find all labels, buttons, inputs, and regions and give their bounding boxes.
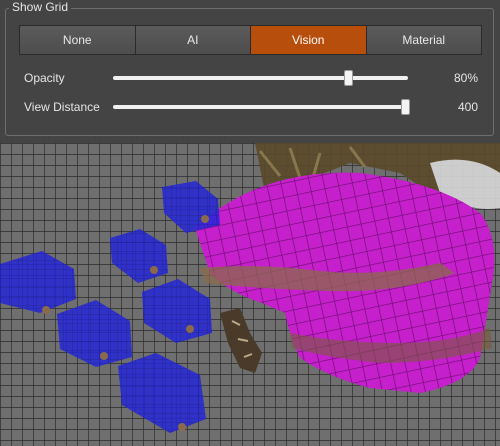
opacity-row: Opacity 80% [24,70,478,86]
tab-none[interactable]: None [20,26,135,54]
opacity-slider-handle[interactable] [344,70,353,86]
grid-mode-tabs: None AI Vision Material [19,25,482,55]
tab-material[interactable]: Material [366,26,481,54]
tab-ai[interactable]: AI [135,26,250,54]
view-distance-label: View Distance [24,100,100,114]
opacity-slider[interactable] [113,70,408,86]
3d-viewport[interactable] [0,143,500,446]
scene-render [0,143,500,446]
view-distance-slider-handle[interactable] [401,99,410,115]
view-distance-row: View Distance 400 [24,99,478,115]
tab-vision[interactable]: Vision [251,26,366,54]
group-title: Show Grid [9,0,72,14]
opacity-label: Opacity [24,71,65,85]
view-distance-slider[interactable] [113,99,410,115]
opacity-value: 80% [453,71,478,85]
view-distance-value: 400 [457,100,478,114]
show-grid-panel: Show Grid None AI Vision Material Opacit… [0,0,500,143]
